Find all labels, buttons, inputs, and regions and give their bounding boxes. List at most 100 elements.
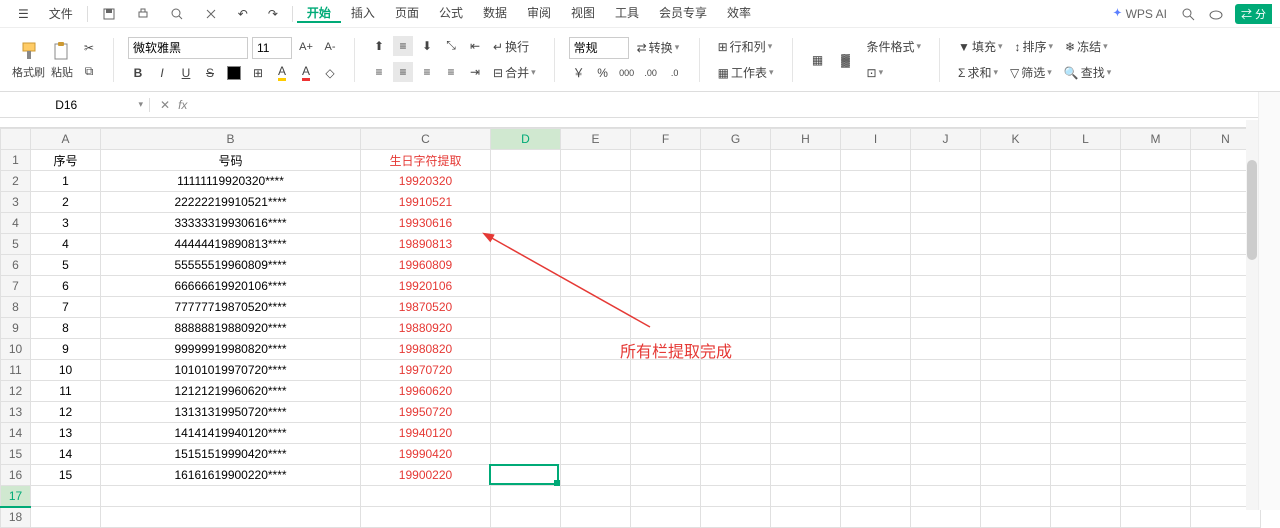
qat-redo-icon[interactable]: ↷ — [258, 7, 288, 21]
cell-5-M[interactable] — [1121, 234, 1191, 255]
cell-11-C[interactable]: 19970720 — [361, 360, 491, 381]
cell-15-A[interactable]: 14 — [31, 444, 101, 465]
tab-5[interactable]: 审阅 — [517, 4, 561, 23]
decrease-decimal-icon[interactable]: .0 — [665, 63, 685, 83]
cell-14-M[interactable] — [1121, 423, 1191, 444]
col-header-F[interactable]: F — [631, 129, 701, 150]
cell-6-H[interactable] — [771, 255, 841, 276]
cell-10-B[interactable]: 99999919980820**** — [101, 339, 361, 360]
cell-10-C[interactable]: 19980820 — [361, 339, 491, 360]
cell-16-A[interactable]: 15 — [31, 465, 101, 486]
cell-2-B[interactable]: 11111119920320**** — [101, 171, 361, 192]
align-left-icon[interactable]: ≡ — [369, 62, 389, 82]
cell-9-F[interactable] — [631, 318, 701, 339]
cell-2-I[interactable] — [841, 171, 911, 192]
cell-11-G[interactable] — [701, 360, 771, 381]
cell-4-K[interactable] — [981, 213, 1051, 234]
cell-1-E[interactable] — [561, 150, 631, 171]
cell-16-M[interactable] — [1121, 465, 1191, 486]
cell-1-H[interactable] — [771, 150, 841, 171]
spreadsheet-grid[interactable]: ABCDEFGHIJKLMN1序号号码生日字符提取211111111992032… — [0, 128, 1280, 528]
cell-7-H[interactable] — [771, 276, 841, 297]
row-header-6[interactable]: 6 — [1, 255, 31, 276]
cell-2-G[interactable] — [701, 171, 771, 192]
cell-14-E[interactable] — [561, 423, 631, 444]
cell-9-K[interactable] — [981, 318, 1051, 339]
cell-1-K[interactable] — [981, 150, 1051, 171]
cell-15-F[interactable] — [631, 444, 701, 465]
font-name-select[interactable] — [128, 37, 248, 59]
cell-11-D[interactable] — [491, 360, 561, 381]
cell-10-M[interactable] — [1121, 339, 1191, 360]
row-header-12[interactable]: 12 — [1, 381, 31, 402]
cell-1-G[interactable] — [701, 150, 771, 171]
cell-14-F[interactable] — [631, 423, 701, 444]
cell-8-B[interactable]: 77777719870520**** — [101, 297, 361, 318]
indent-inc-icon[interactable]: ⇥ — [465, 62, 485, 82]
cell-3-J[interactable] — [911, 192, 981, 213]
cell-12-E[interactable] — [561, 381, 631, 402]
cell-6-J[interactable] — [911, 255, 981, 276]
cell-4-B[interactable]: 33333319930616**** — [101, 213, 361, 234]
row-header-10[interactable]: 10 — [1, 339, 31, 360]
cell-14-C[interactable]: 19940120 — [361, 423, 491, 444]
cell-15-K[interactable] — [981, 444, 1051, 465]
cell-9-C[interactable]: 19880920 — [361, 318, 491, 339]
cond-format-button[interactable]: 条件格式▾ — [863, 36, 926, 58]
cell-5-L[interactable] — [1051, 234, 1121, 255]
cell-9-J[interactable] — [911, 318, 981, 339]
cell-6-B[interactable]: 55555519960809**** — [101, 255, 361, 276]
cell-17-B[interactable] — [101, 486, 361, 507]
cell-13-L[interactable] — [1051, 402, 1121, 423]
cell-4-H[interactable] — [771, 213, 841, 234]
tab-1[interactable]: 插入 — [341, 4, 385, 23]
cell-4-C[interactable]: 19930616 — [361, 213, 491, 234]
cell-4-D[interactable] — [491, 213, 561, 234]
cell-4-A[interactable]: 3 — [31, 213, 101, 234]
row-header-16[interactable]: 16 — [1, 465, 31, 486]
cell-8-E[interactable] — [561, 297, 631, 318]
scrollbar-thumb[interactable] — [1247, 160, 1257, 260]
cell-2-D[interactable] — [491, 171, 561, 192]
chevron-down-icon[interactable]: ▾ — [132, 99, 149, 110]
cell-3-M[interactable] — [1121, 192, 1191, 213]
cell-15-D[interactable] — [491, 444, 561, 465]
tab-0[interactable]: 开始 — [297, 4, 341, 23]
cell-14-G[interactable] — [701, 423, 771, 444]
cell-16-K[interactable] — [981, 465, 1051, 486]
cell-17-A[interactable] — [31, 486, 101, 507]
cell-9-L[interactable] — [1051, 318, 1121, 339]
cell-12-K[interactable] — [981, 381, 1051, 402]
cut-icon[interactable]: ✂ — [79, 38, 99, 58]
cell-15-B[interactable]: 15151519990420**** — [101, 444, 361, 465]
cell-5-I[interactable] — [841, 234, 911, 255]
cell-15-M[interactable] — [1121, 444, 1191, 465]
cell-17-M[interactable] — [1121, 486, 1191, 507]
col-header-J[interactable]: J — [911, 129, 981, 150]
cell-6-E[interactable] — [561, 255, 631, 276]
font-color-swatch-icon[interactable] — [224, 63, 244, 83]
cell-11-I[interactable] — [841, 360, 911, 381]
cell-3-K[interactable] — [981, 192, 1051, 213]
clear-format-icon[interactable]: ◇ — [320, 63, 340, 83]
cell-13-E[interactable] — [561, 402, 631, 423]
tab-4[interactable]: 数据 — [473, 4, 517, 23]
rowcol-button[interactable]: ⊞行和列▾ — [714, 36, 778, 58]
cell-14-J[interactable] — [911, 423, 981, 444]
cell-11-E[interactable] — [561, 360, 631, 381]
cell-6-C[interactable]: 19960809 — [361, 255, 491, 276]
menu-file[interactable]: 文件 — [39, 5, 83, 22]
cell-5-E[interactable] — [561, 234, 631, 255]
cell-16-J[interactable] — [911, 465, 981, 486]
share-button[interactable]: ⇄ 分 — [1235, 4, 1272, 24]
cell-2-M[interactable] — [1121, 171, 1191, 192]
cell-11-L[interactable] — [1051, 360, 1121, 381]
cell-15-I[interactable] — [841, 444, 911, 465]
cell-1-C[interactable]: 生日字符提取 — [361, 150, 491, 171]
cell-3-E[interactable] — [561, 192, 631, 213]
cell-12-J[interactable] — [911, 381, 981, 402]
col-header-E[interactable]: E — [561, 129, 631, 150]
cell-8-M[interactable] — [1121, 297, 1191, 318]
tab-7[interactable]: 工具 — [605, 4, 649, 23]
convert-button[interactable]: ⇄转换▾ — [633, 37, 684, 59]
